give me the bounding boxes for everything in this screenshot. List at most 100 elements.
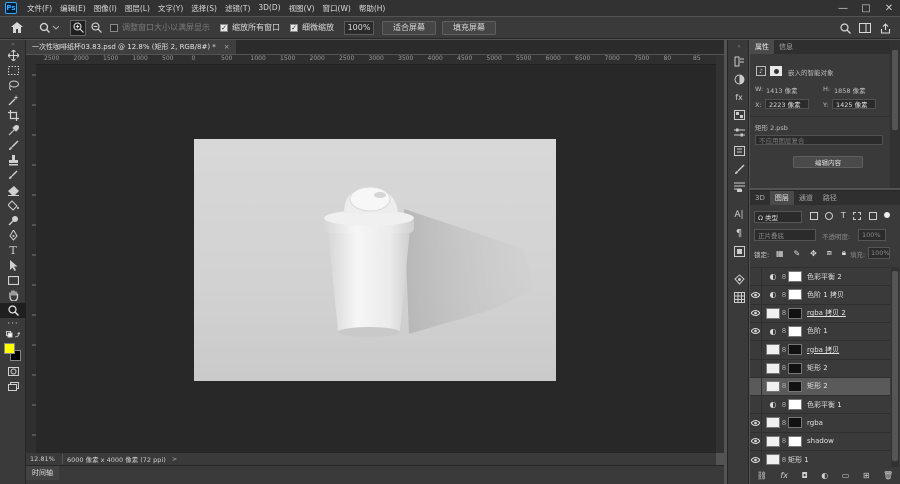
mask-link-icon[interactable]: 8 [780, 456, 788, 464]
share-icon[interactable] [878, 20, 892, 36]
lasso-tool-icon[interactable] [0, 78, 26, 93]
tab-info[interactable]: 信息 [774, 40, 798, 54]
paragraph-icon[interactable] [728, 178, 750, 196]
menu-item[interactable]: 帮助(H) [355, 3, 390, 14]
menu-item[interactable]: 文件(F) [23, 3, 56, 14]
new-group-icon[interactable]: ▭ [842, 471, 850, 480]
layers-scrollbar[interactable] [891, 267, 899, 467]
character-icon[interactable]: A| [728, 206, 750, 224]
dodge-tool-icon[interactable] [0, 213, 26, 228]
swatches-icon[interactable] [728, 106, 750, 124]
layer-mask-thumbnail[interactable] [788, 307, 802, 319]
eye-icon[interactable] [750, 413, 762, 432]
stamp-tool-icon[interactable] [0, 153, 26, 168]
menu-item[interactable]: 视图(V) [285, 3, 319, 14]
layer-filter-select[interactable]: Ω 类型 [754, 211, 802, 223]
crop-tool-icon[interactable] [0, 108, 26, 123]
smart-object-thumbnail[interactable] [766, 380, 780, 392]
zoom-in-icon[interactable] [70, 19, 86, 36]
eye-icon[interactable] [750, 432, 762, 451]
document-tab[interactable]: 一次性咖啡纸杯03.83.psd @ 12.8% (矩形 2, RGB/8#) … [26, 40, 236, 54]
eye-icon[interactable] [750, 450, 762, 469]
tab-paths[interactable]: 路径 [818, 191, 842, 205]
layer-mask-thumbnail[interactable] [788, 399, 802, 411]
canvas-vertical-scrollbar[interactable] [716, 55, 724, 453]
layer-row[interactable]: ◐ 8 色阶 1 [750, 321, 890, 341]
mask-link-icon[interactable]: 8 [780, 382, 788, 390]
zoom-tool-icon[interactable] [0, 303, 26, 318]
tab-layers[interactable]: 图层 [769, 191, 794, 205]
layer-thumbnail[interactable] [766, 417, 780, 429]
zoom-all-windows-checkbox[interactable]: ✓ 缩放所有窗口 [220, 22, 280, 33]
menu-item[interactable]: 编辑(E) [56, 3, 90, 14]
layer-thumbnail[interactable] [766, 307, 780, 319]
mask-link-icon[interactable]: 8 [780, 291, 788, 299]
width-value[interactable]: 1413 像素 [766, 85, 798, 95]
delete-layer-icon[interactable]: 🗑︎ [883, 471, 893, 480]
status-menu-arrow[interactable]: > [172, 455, 177, 463]
lock-position-icon[interactable]: ✥ [810, 249, 817, 258]
lock-artboard-icon[interactable]: ⧈ [827, 248, 832, 258]
adjustment-layer-icon[interactable]: ◐ [766, 325, 780, 337]
search-icon[interactable] [838, 20, 852, 36]
foreground-color-swatch[interactable] [4, 343, 15, 354]
grid-icon[interactable] [728, 288, 750, 306]
brushes-icon[interactable] [728, 160, 750, 178]
zoom-percent-field[interactable]: 100% [344, 20, 374, 35]
layer-mask-thumbnail[interactable] [788, 344, 802, 356]
add-mask-icon[interactable]: ◘ [801, 471, 807, 480]
layer-row[interactable]: 8 shadow [750, 431, 890, 451]
menu-item[interactable]: 窗口(W) [319, 3, 355, 14]
mask-link-icon[interactable]: 8 [780, 309, 788, 317]
hand-tool-icon[interactable] [0, 288, 26, 303]
eye-icon[interactable] [750, 322, 762, 341]
menu-item[interactable]: 文字(Y) [154, 3, 187, 14]
link-layers-icon[interactable]: ⛓︎ [757, 471, 767, 480]
filter-type-icon[interactable]: T [841, 212, 846, 222]
swap-colors-icon[interactable] [0, 330, 26, 340]
tab-3d[interactable]: 3D [750, 191, 770, 205]
paragraph-mark-icon[interactable]: ¶ [728, 224, 750, 242]
layers-comp-icon[interactable] [728, 242, 750, 260]
strip-collapse-icon[interactable]: « [728, 40, 750, 52]
filter-adjustment-icon[interactable] [825, 212, 834, 220]
layer-row[interactable]: 8 矩形 1 [750, 450, 890, 469]
fill-tool-icon[interactable] [0, 198, 26, 213]
eye-icon[interactable] [750, 285, 762, 304]
adjustment-layer-icon[interactable]: ◐ [766, 271, 780, 282]
menu-item[interactable]: 滤镜(T) [221, 3, 254, 14]
y-position-field[interactable]: 1425 像素 [832, 99, 876, 109]
layer-mask-thumbnail[interactable] [788, 417, 802, 429]
eraser-tool-icon[interactable] [0, 183, 26, 198]
menu-item[interactable]: 3D(D) [254, 3, 284, 14]
timeline-tab[interactable]: 时间轴 [26, 466, 59, 480]
layer-row[interactable]: 8 rgba [750, 413, 890, 432]
layer-row[interactable]: 8 矩形 2 [750, 376, 890, 396]
color-icon[interactable] [728, 70, 750, 88]
adjustment-layer-icon[interactable]: ◐ [766, 289, 780, 301]
edit-contents-button[interactable]: 编辑内容 [793, 156, 863, 168]
scrubby-zoom-checkbox[interactable]: ✓ 细微缩放 [290, 22, 334, 33]
layer-row[interactable]: ◐ 8 色彩平衡 1 [750, 395, 890, 414]
mask-link-icon[interactable]: 8 [780, 346, 788, 354]
layer-mask-thumbnail[interactable] [788, 362, 802, 374]
marquee-tool-icon[interactable] [0, 63, 26, 78]
libraries-icon[interactable] [728, 142, 750, 160]
eye-hidden-icon[interactable] [750, 340, 762, 359]
close-tab-icon[interactable]: × [224, 43, 230, 51]
more-tools-icon[interactable]: ··· [0, 318, 26, 330]
mask-link-icon[interactable]: 8 [780, 419, 788, 427]
filter-pixel-icon[interactable] [810, 212, 818, 220]
lock-transparent-icon[interactable]: ▦ [776, 249, 784, 258]
fx-icon[interactable]: fx [780, 471, 788, 480]
filter-toggle-icon[interactable] [884, 212, 890, 218]
navigator-icon[interactable] [728, 270, 750, 288]
maximize-button[interactable]: □ [855, 0, 877, 16]
minimize-button[interactable]: — [832, 0, 854, 16]
history-icon[interactable] [728, 52, 750, 70]
character-style-icon[interactable]: fx [728, 88, 750, 106]
move-tool-icon[interactable] [0, 48, 26, 63]
new-adjustment-icon[interactable]: ◐ [821, 471, 828, 480]
horizontal-ruler[interactable]: 2500 2000 1500 1000 500 0 500 1000 1500 2000 2500 3… [36, 55, 716, 65]
document-image[interactable] [194, 139, 556, 381]
